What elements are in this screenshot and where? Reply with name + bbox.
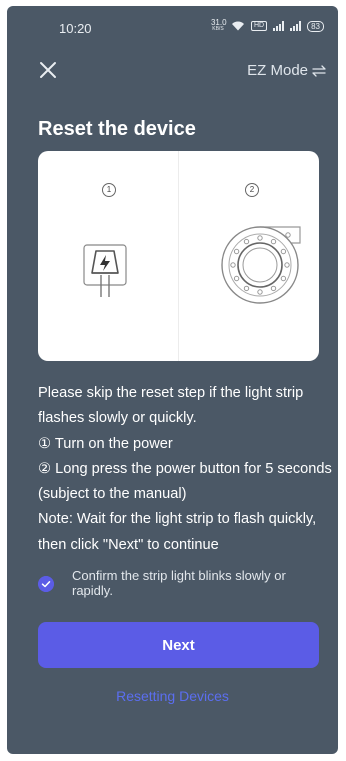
battery-icon: 83 (307, 20, 324, 32)
swap-icon (312, 64, 326, 77)
step-1-marker: 1 (102, 183, 116, 197)
wifi-icon (231, 21, 244, 31)
network-speed-unit: KB/S (212, 26, 224, 32)
app-screen: 10:20 31.0 KB/S HD 83 EZ Mode Reset the … (7, 6, 338, 754)
hd-badge: HD (250, 21, 268, 31)
confirm-blink-label: Confirm the strip light blinks slowly or… (72, 568, 286, 598)
page-title: Reset the device (38, 118, 196, 140)
instruction-skip-note: Please skip the reset step if the light … (38, 385, 304, 427)
signal-icon-2 (290, 21, 302, 31)
step-2-marker: 2 (245, 183, 259, 197)
reset-instructions: Please skip the reset step if the light … (38, 381, 333, 558)
instruction-step-1: ① Turn on the power (38, 435, 173, 452)
network-speed-value: 31.0 (210, 18, 227, 27)
instruction-step-2: ② Long press the power button for 5 seco… (38, 460, 332, 503)
ez-mode-switch[interactable]: EZ Mode (247, 62, 326, 79)
card-divider (178, 151, 179, 361)
status-time: 10:20 (59, 21, 92, 36)
network-speed: 31.0 KB/S (210, 18, 227, 33)
instruction-note: Note: Wait for the light strip to flash … (38, 511, 317, 553)
signal-icon-1 (273, 21, 285, 31)
ez-mode-label: EZ Mode (247, 62, 308, 79)
light-strip-reel-icon (221, 226, 301, 304)
status-icons: 31.0 KB/S HD 83 (211, 19, 324, 33)
status-bar: 10:20 31.0 KB/S HD 83 (7, 6, 338, 42)
close-icon[interactable] (37, 59, 59, 81)
power-plug-icon (83, 244, 127, 297)
next-button[interactable]: Next (38, 622, 319, 668)
reset-illustration-card: 1 2 (38, 151, 319, 361)
check-icon[interactable] (38, 576, 54, 592)
resetting-devices-link[interactable]: Resetting Devices (7, 688, 338, 704)
